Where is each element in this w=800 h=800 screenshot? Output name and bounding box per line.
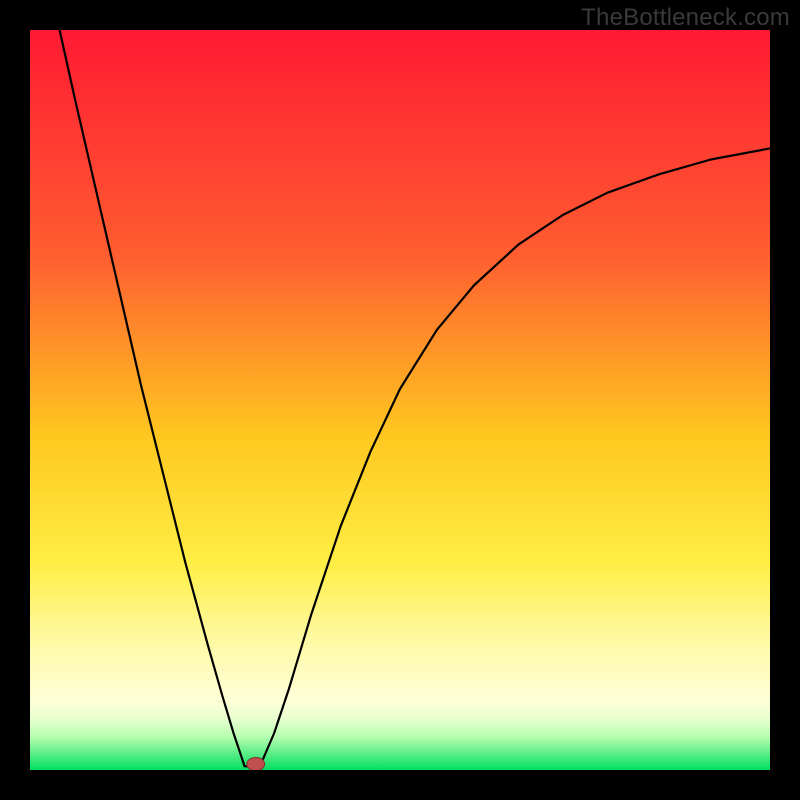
watermark-text: TheBottleneck.com [581,4,790,32]
chart-frame: TheBottleneck.com [0,0,800,800]
plot-area [30,30,770,770]
chart-background [30,30,770,770]
chart-svg [30,30,770,770]
optimal-point-marker [247,757,265,770]
